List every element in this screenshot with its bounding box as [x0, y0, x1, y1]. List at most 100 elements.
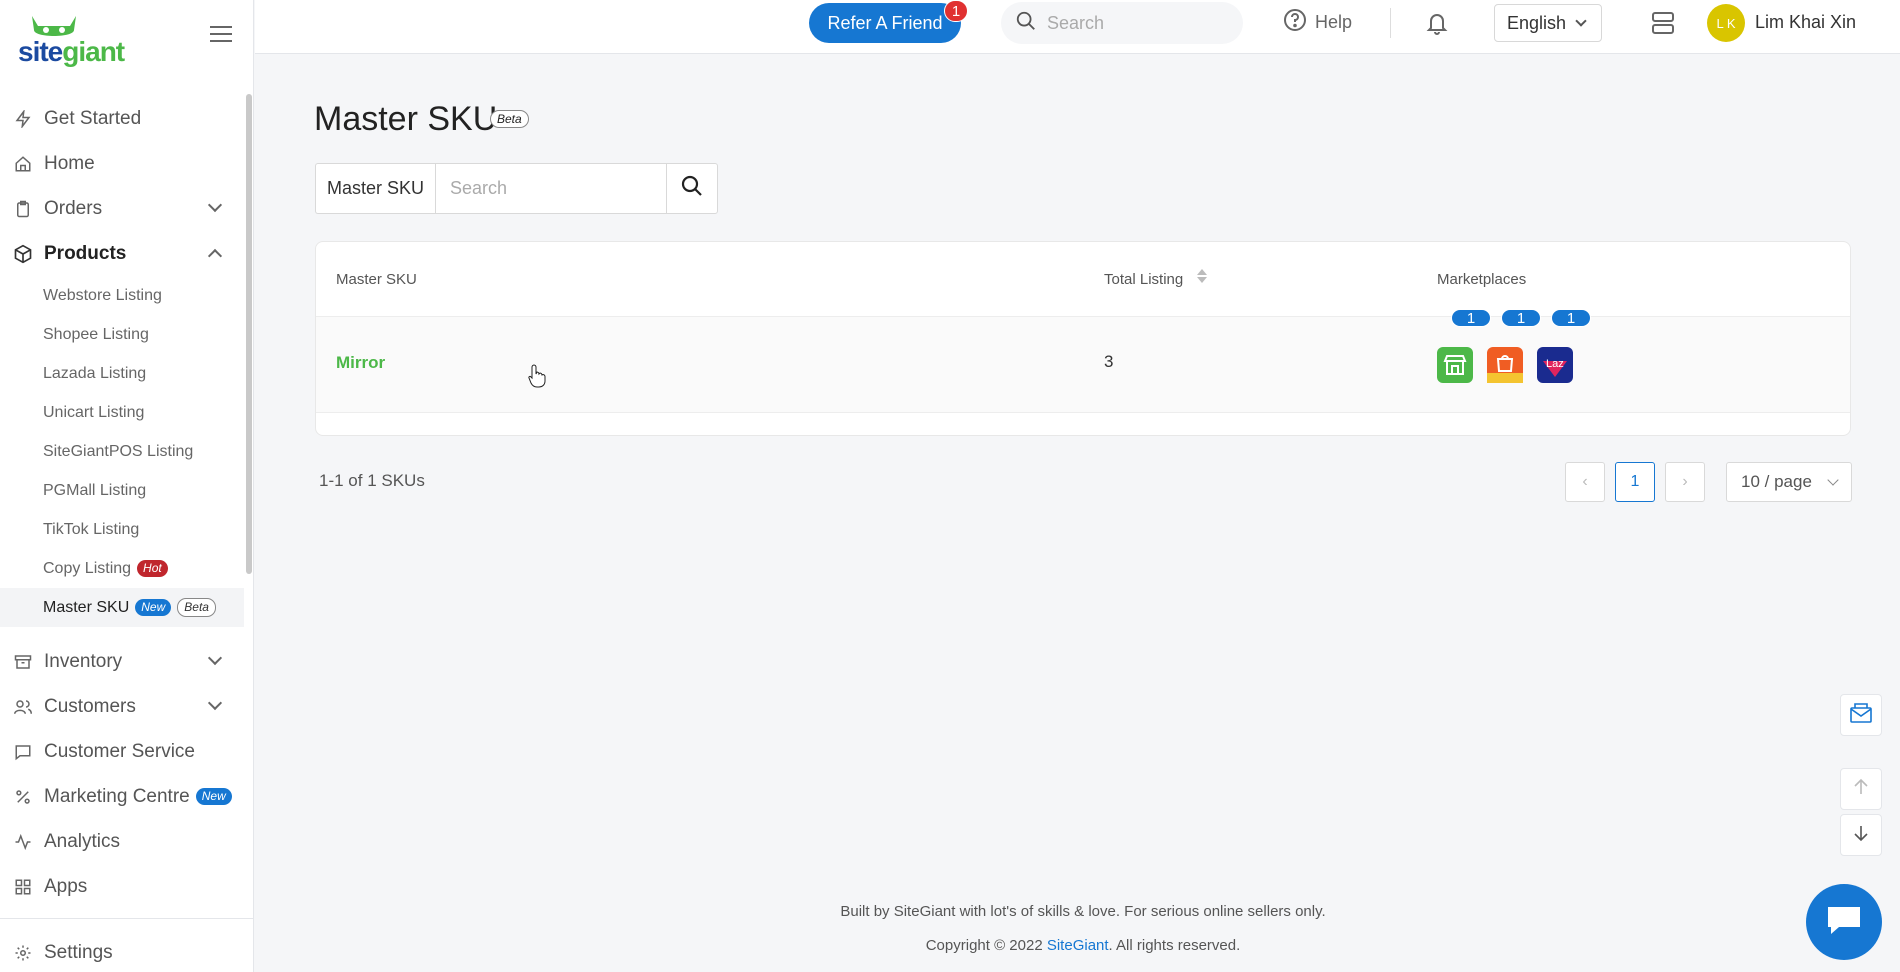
sidebar-sub-tiktok-listing[interactable]: TikTok Listing — [0, 510, 244, 549]
chevron-down-icon — [207, 695, 223, 711]
sidebar-item-home[interactable]: Home — [0, 141, 244, 186]
sidebar-item-label: Analytics — [44, 830, 121, 852]
chevron-down-icon — [207, 650, 223, 666]
sku-search-form: Master SKU — [315, 163, 718, 214]
users-icon — [12, 696, 34, 718]
mail-float-button[interactable] — [1840, 694, 1882, 736]
sidebar-sub-master-sku[interactable]: Master SKU New Beta — [0, 588, 244, 627]
sidebar-sub-webstore-listing[interactable]: Webstore Listing — [0, 276, 244, 315]
pagination-count: 1-1 of 1 SKUs — [319, 471, 425, 490]
sidebar-item-label: Apps — [44, 875, 88, 897]
next-page-button[interactable]: › — [1665, 462, 1705, 502]
search-field-select[interactable]: Master SKU — [315, 163, 435, 214]
help-link[interactable]: Help — [1283, 8, 1352, 37]
sidebar-item-label: Products — [44, 242, 127, 264]
notification-bell-icon[interactable] — [1425, 10, 1449, 41]
chevron-down-icon — [207, 197, 223, 213]
page-number-button[interactable]: 1 — [1615, 462, 1655, 502]
arrow-up-icon — [1851, 777, 1871, 802]
beta-badge: Beta — [177, 598, 216, 617]
sub-label: Lazada Listing — [43, 364, 147, 382]
sidebar-item-orders[interactable]: Orders — [0, 186, 244, 231]
sidebar-sub-copy-listing[interactable]: Copy Listing Hot — [0, 549, 244, 588]
sub-label: Copy Listing — [43, 559, 132, 577]
beta-badge: Beta — [490, 110, 529, 128]
envelope-icon — [1849, 702, 1873, 729]
sidebar-item-label: Customer Service — [44, 740, 195, 762]
language-value: English — [1507, 12, 1567, 33]
chevron-left-icon: ‹ — [1582, 473, 1588, 490]
copyright-suffix: . All rights reserved. — [1108, 937, 1241, 954]
lazada-marketplace-icon[interactable]: Laz — [1537, 347, 1573, 383]
prev-page-button[interactable]: ‹ — [1565, 462, 1605, 502]
sidebar-sub-unicart-listing[interactable]: Unicart Listing — [0, 393, 244, 432]
footer-tagline: Built by SiteGiant with lot's of skills … — [840, 903, 1326, 920]
grid-icon — [12, 876, 34, 898]
page-title: Master SKU — [314, 100, 498, 138]
home-icon — [12, 153, 34, 175]
percent-icon — [12, 786, 34, 808]
sub-label: SiteGiantPOS Listing — [43, 442, 194, 460]
sidebar-nav: Get Started Home Orders Products Webstor… — [0, 96, 244, 909]
inventory-icon — [12, 651, 34, 673]
logo-text: sitegiant — [18, 36, 125, 67]
sku-search-input[interactable] — [435, 163, 666, 214]
sidebar-item-inventory[interactable]: Inventory — [0, 639, 244, 684]
user-name[interactable]: Lim Khai Xin — [1755, 12, 1856, 33]
box-icon — [12, 243, 34, 265]
sidebar-sub-sitegiantpos-listing[interactable]: SiteGiantPOS Listing — [0, 432, 244, 471]
sidebar-item-products[interactable]: Products — [0, 231, 244, 276]
sku-link[interactable]: Mirror — [336, 353, 385, 373]
refer-a-friend-button[interactable]: Refer A Friend — [809, 3, 961, 43]
server-icon[interactable] — [1650, 10, 1676, 41]
footer-copyright: Copyright © 2022 SiteGiant. All rights r… — [0, 937, 1900, 954]
sidebar-item-label: Orders — [44, 197, 103, 219]
menu-toggle-icon[interactable] — [210, 26, 232, 44]
sidebar: sitegiant Get Started Home Orders Produc… — [0, 0, 254, 972]
lazada-short-label: Laz — [1546, 358, 1564, 370]
help-label: Help — [1315, 12, 1353, 32]
new-badge: New — [135, 599, 172, 616]
sidebar-sub-lazada-listing[interactable]: Lazada Listing — [0, 354, 244, 393]
scroll-bottom-button[interactable] — [1840, 814, 1882, 856]
sidebar-sub-shopee-listing[interactable]: Shopee Listing — [0, 315, 244, 354]
table-row: Mirror 3 1 1 Laz 1 — [316, 309, 1850, 413]
chevron-down-icon — [1575, 15, 1587, 27]
sidebar-item-label: Marketing Centre — [44, 785, 190, 807]
sitegiant-link[interactable]: SiteGiant — [1047, 937, 1109, 954]
page-size-select[interactable]: 10 / page — [1726, 462, 1852, 502]
chevron-right-icon: › — [1682, 473, 1688, 490]
sort-icon[interactable] — [1197, 269, 1207, 283]
total-listing-value: 3 — [1104, 352, 1114, 371]
sidebar-item-label: Inventory — [44, 650, 123, 672]
search-button[interactable] — [666, 163, 718, 214]
avatar[interactable]: L K — [1707, 4, 1745, 42]
sidebar-item-analytics[interactable]: Analytics — [0, 819, 244, 864]
global-search-input[interactable] — [1047, 12, 1227, 34]
column-header-total-listing[interactable]: Total Listing — [1104, 271, 1183, 288]
column-header-marketplaces: Marketplaces — [1437, 271, 1527, 288]
sidebar-item-customers[interactable]: Customers — [0, 684, 244, 729]
shopee-marketplace-icon[interactable] — [1487, 347, 1523, 383]
sidebar-item-get-started[interactable]: Get Started — [0, 96, 244, 141]
scroll-top-button[interactable] — [1840, 768, 1882, 810]
webstore-marketplace-icon[interactable] — [1437, 347, 1473, 383]
live-chat-button[interactable] — [1806, 884, 1882, 960]
table-header: Master SKU Total Listing Marketplaces — [316, 242, 1850, 317]
sitegiant-logo[interactable]: sitegiant — [18, 12, 128, 67]
sub-label: Webstore Listing — [43, 286, 162, 304]
sidebar-item-label: Home — [44, 152, 95, 174]
global-search[interactable] — [1001, 2, 1243, 44]
sub-label: Unicart Listing — [43, 403, 145, 421]
hand-cursor-icon — [528, 364, 546, 393]
language-select[interactable]: English — [1494, 4, 1602, 42]
sidebar-sub-pgmall-listing[interactable]: PGMall Listing — [0, 471, 244, 510]
arrow-down-icon — [1851, 823, 1871, 848]
sidebar-item-marketing-centre[interactable]: Marketing Centre New — [0, 774, 244, 819]
marketplace-count-badge: 1 — [1551, 309, 1591, 327]
sidebar-item-customer-service[interactable]: Customer Service — [0, 729, 244, 774]
chevron-up-icon — [207, 248, 223, 264]
new-badge: New — [195, 788, 232, 805]
sidebar-scrollbar[interactable] — [246, 94, 252, 574]
sub-label: TikTok Listing — [43, 520, 140, 538]
